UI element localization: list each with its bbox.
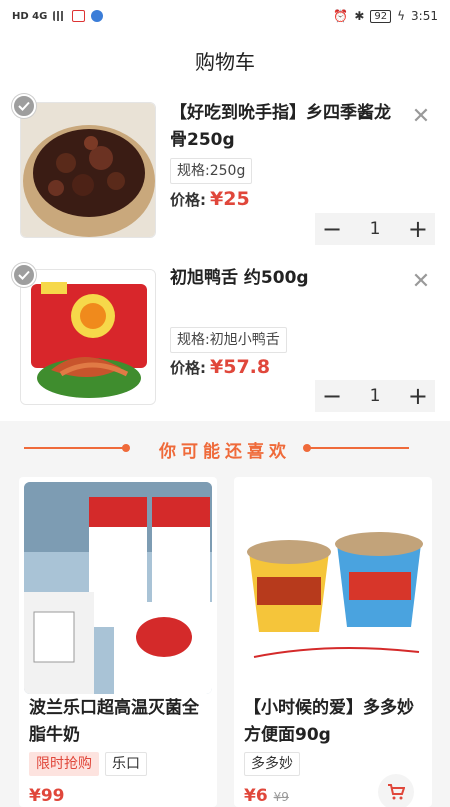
cart-item: 初旭鸭舌 约500g ✕ 规格:初旭小鸭舌 价格: ¥57.8 − 1 + bbox=[0, 255, 450, 415]
product-price: ¥99 bbox=[29, 786, 65, 806]
quantity-value[interactable]: 1 bbox=[370, 386, 381, 406]
original-price: ¥9 bbox=[273, 790, 289, 804]
divider-dot bbox=[122, 444, 130, 452]
cart-icon bbox=[388, 784, 405, 800]
page-title: 购物车 bbox=[195, 49, 255, 74]
product-price: ¥57.8 bbox=[210, 356, 271, 378]
charging-icon: ϟ bbox=[397, 9, 406, 23]
add-to-cart-button[interactable] bbox=[378, 774, 414, 807]
divider-line bbox=[24, 447, 124, 449]
product-spec: 规格:初旭小鸭舌 bbox=[170, 327, 287, 353]
hd-signal-text: HD 4G bbox=[12, 10, 48, 22]
product-image[interactable] bbox=[20, 269, 156, 405]
check-icon bbox=[18, 101, 30, 111]
cart-list: 【好吃到吮手指】乡四季酱龙骨250g ✕ 规格:250g 价格: ¥25 − 1… bbox=[0, 88, 450, 421]
select-checkbox[interactable] bbox=[12, 94, 36, 118]
product-image[interactable] bbox=[24, 482, 212, 694]
decrease-button[interactable]: − bbox=[321, 217, 343, 241]
product-tags: 多多妙 bbox=[244, 752, 300, 776]
promo-tag: 限时抢购 bbox=[29, 752, 99, 776]
product-title[interactable]: 初旭鸭舌 约500g bbox=[170, 265, 402, 292]
status-bar: HD 4G ⏰ ✱ 92 ϟ 3:51 bbox=[0, 0, 450, 32]
select-checkbox[interactable] bbox=[12, 263, 36, 287]
signal-icon bbox=[53, 11, 67, 21]
product-card[interactable]: 【小时候的爱】多多妙方便面90g 多多妙 ¥6 ¥9 bbox=[234, 477, 432, 807]
price-row: 价格: ¥25 bbox=[170, 188, 250, 210]
milk-image bbox=[24, 482, 212, 694]
remove-item-button[interactable]: ✕ bbox=[410, 271, 432, 293]
product-card[interactable]: 波兰乐口超高温灭菌全脂牛奶 限时抢购 乐口 ¥99 bbox=[19, 477, 217, 807]
spare-ribs-image bbox=[21, 103, 155, 237]
product-title[interactable]: 波兰乐口超高温灭菌全脂牛奶 bbox=[29, 695, 209, 749]
price-label: 价格: bbox=[170, 359, 206, 377]
brand-tag: 多多妙 bbox=[244, 752, 300, 776]
check-icon bbox=[18, 270, 30, 280]
product-title[interactable]: 【小时候的爱】多多妙方便面90g bbox=[244, 695, 424, 749]
increase-button[interactable]: + bbox=[407, 384, 429, 408]
product-tags: 限时抢购 乐口 bbox=[29, 752, 147, 776]
quantity-stepper: − 1 + bbox=[315, 380, 435, 412]
decrease-button[interactable]: − bbox=[321, 384, 343, 408]
product-image[interactable] bbox=[20, 102, 156, 238]
product-title[interactable]: 【好吃到吮手指】乡四季酱龙骨250g bbox=[170, 100, 402, 154]
product-price: ¥25 bbox=[210, 188, 250, 210]
brand-tag: 乐口 bbox=[105, 752, 147, 776]
cart-item: 【好吃到吮手指】乡四季酱龙骨250g ✕ 规格:250g 价格: ¥25 − 1… bbox=[0, 88, 450, 248]
product-price: ¥6 ¥9 bbox=[244, 786, 289, 806]
product-spec: 规格:250g bbox=[170, 158, 253, 184]
recommend-header: 你可能还喜欢 bbox=[0, 421, 450, 477]
sale-price: ¥6 bbox=[244, 786, 268, 806]
browser-icon bbox=[91, 10, 104, 22]
quantity-stepper: − 1 + bbox=[315, 213, 435, 245]
increase-button[interactable]: + bbox=[407, 217, 429, 241]
divider-line bbox=[309, 447, 409, 449]
duck-tongue-image bbox=[21, 270, 155, 404]
price-row: 价格: ¥57.8 bbox=[170, 356, 270, 378]
recommend-title: 你可能还喜欢 bbox=[159, 441, 291, 462]
app-icon bbox=[72, 10, 86, 22]
remove-item-button[interactable]: ✕ bbox=[410, 106, 432, 128]
instant-noodles-image bbox=[239, 482, 427, 694]
price-label: 价格: bbox=[170, 191, 206, 209]
product-image[interactable] bbox=[239, 482, 427, 694]
alarm-icon: ⏰ bbox=[333, 9, 349, 23]
clock-time: 3:51 bbox=[411, 9, 438, 23]
battery-icon: 92 bbox=[370, 9, 392, 23]
quantity-value[interactable]: 1 bbox=[370, 219, 381, 239]
bluetooth-icon: ✱ bbox=[354, 9, 365, 23]
page-header: 购物车 bbox=[0, 32, 450, 88]
